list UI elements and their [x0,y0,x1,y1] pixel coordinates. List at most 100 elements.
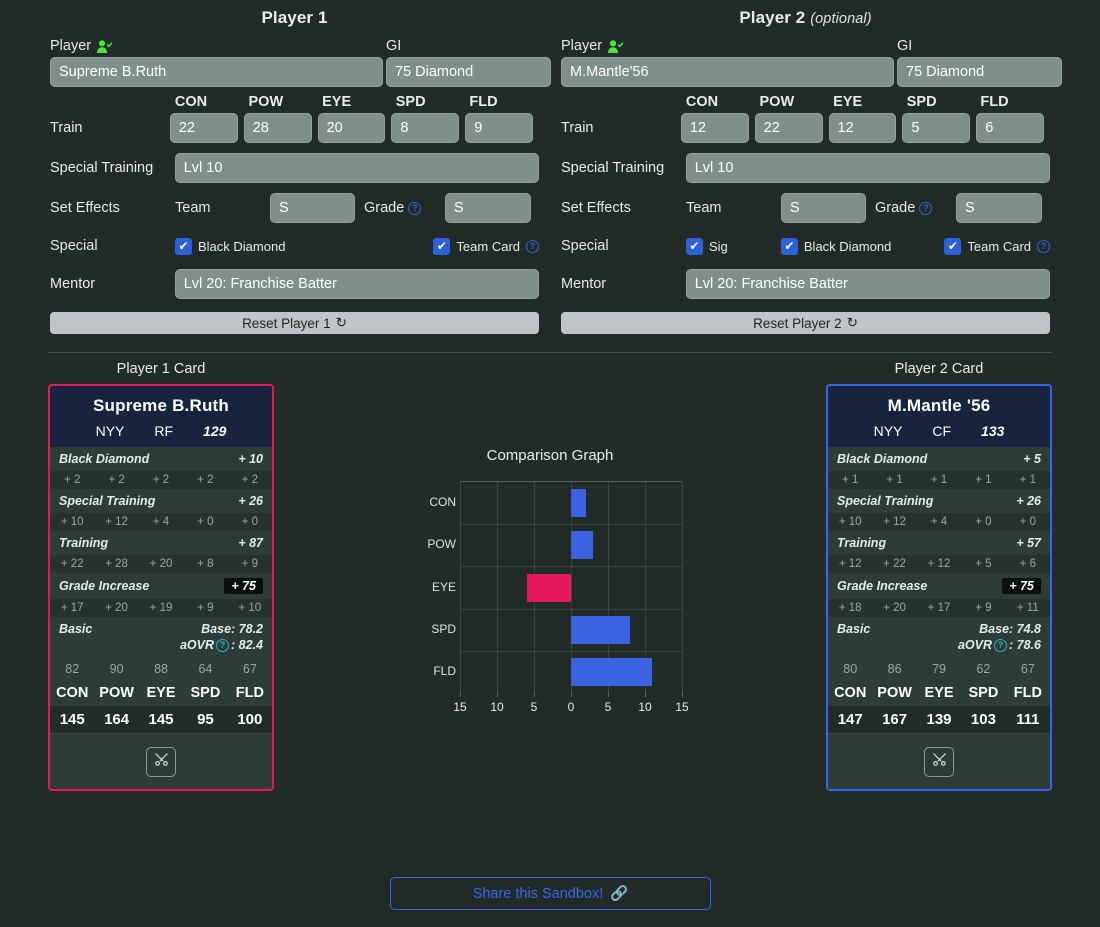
player1-train-con-input[interactable]: 22 [169,113,238,143]
player1-team-card-checkbox[interactable]: ✔ Team Card ? [433,237,539,255]
player2-train-pow-input[interactable]: 22 [754,113,823,143]
player1-gi-label: GI [386,38,402,54]
section-label: Black Diamond [59,452,150,466]
sub-eye: + 4 [930,516,948,528]
player2-team-card-label: Team Card [967,238,1031,254]
grade-help-icon[interactable]: ? [408,201,422,215]
reset-player1-button[interactable]: Reset Player 1 ↻ [50,312,539,334]
player1-grade-select[interactable]: S [445,193,531,223]
chart-gridline-horizontal [460,566,682,568]
sub-fld: + 1 [1019,474,1036,486]
player1-tools-button[interactable] [146,746,176,777]
section-divider [48,352,1052,353]
grade-help-icon[interactable]: ? [919,201,933,215]
reset-player2-button[interactable]: Reset Player 2 ↻ [561,312,1050,334]
player2-black-diamond-checkbox[interactable]: ✔ Black Diamond [780,237,891,255]
final-eye: 139 [926,711,952,728]
player1-gi-input[interactable]: 75 Diamond [386,57,551,87]
card-stat-header-spd: SPD [190,685,221,701]
chart-x-tick-label: 15 [675,700,689,714]
card-stat-header-pow: POW [877,685,912,701]
sub-fld: + 6 [1019,558,1036,570]
app-root: Player 1 Player Supreme B.Ruth GI 75 Dia… [0,0,1100,927]
player2-stat-header-eye: EYE [833,94,863,110]
share-sandbox-button[interactable]: Share this Sandbox! 🔗 [390,877,711,910]
player1-team-select[interactable]: S [270,193,355,223]
player2-name-label-wrap: Player [561,38,894,54]
player1-base-value: Base: 78.2 [201,622,263,636]
player2-basic-top: Basic Base: 74.8 [837,622,1041,636]
section-value: + 87 [238,536,263,550]
player2-card-team: NYY [873,423,903,439]
player2-train-spd-input[interactable]: 5 [902,113,971,143]
sub-eye: + 1 [930,474,948,486]
chart-y-label-pow: POW [427,537,456,552]
link-icon: 🔗 [610,886,629,902]
player2-team-select[interactable]: S [781,193,866,223]
player1-train-spd-input[interactable]: 8 [391,113,460,143]
refresh-icon: ↻ [846,315,858,330]
chart-gridline-horizontal [460,524,682,526]
chart-y-label-con: CON [429,495,456,510]
player1-stat-header-pow: POW [248,94,284,110]
base-eye: 88 [154,662,168,676]
player1-special-training-subrow: + 10 + 12 + 4 + 0 + 0 [50,513,272,531]
final-fld: 111 [1016,711,1040,728]
player2-mentor-select[interactable]: Lvl 20: Franchise Batter [685,269,1050,299]
player2-sig-checkbox[interactable]: ✔ Sig [686,237,728,255]
player1-training-section: Training + 87 [50,531,272,555]
chart-x-tick [645,692,646,697]
player2-card-meta: NYY CF 133 [828,423,1050,439]
player2-card: M.Mantle '56 NYY CF 133 Black Diamond + … [826,384,1052,791]
player2-panel: Player 2 (optional) Player M.Mantle'56 G… [550,0,1062,334]
player1-train-eye-input[interactable]: 20 [317,113,386,143]
player1-grade-label: Grade [364,200,405,216]
player2-train-fld-input[interactable]: 6 [976,113,1045,143]
player1-set-effects-row: Set Effects Team S Grade ? S [39,193,550,223]
aovr-help-icon[interactable]: ? [216,638,230,652]
player1-identity-row: Player Supreme B.Ruth GI 75 Diamond [39,38,551,87]
chart-title: Comparison Graph [486,447,614,464]
player1-train-label: Train [50,120,83,136]
player2-special-training-select[interactable]: Lvl 10 [685,153,1050,183]
player1-black-diamond-checkbox[interactable]: ✔ Black Diamond [175,237,286,255]
player2-grade-select[interactable]: S [956,193,1042,223]
player2-train-con-input[interactable]: 12 [680,113,749,143]
player2-team-label: Team [686,200,722,216]
player1-name-input[interactable]: Supreme B.Ruth [50,57,383,87]
player2-tools-button[interactable] [924,746,954,777]
team-card-help-icon[interactable]: ? [1037,239,1050,253]
player2-train-eye-input[interactable]: 12 [828,113,897,143]
player2-card-header: M.Mantle '56 NYY CF 133 [828,386,1050,447]
player2-stat-header-spd: SPD [906,94,937,110]
base-spd: 64 [198,662,213,676]
player1-train-fld-input[interactable]: 9 [465,113,534,143]
sub-spd: + 5 [975,558,992,570]
player2-card-overall: 133 [981,423,1005,439]
player2-special-training-section: Special Training + 26 [828,489,1050,513]
player2-gi-input[interactable]: 75 Diamond [897,57,1062,87]
player2-grade-increase-subrow: + 18 + 20 + 17 + 9 + 11 [828,599,1050,617]
team-card-help-icon[interactable]: ? [526,239,539,253]
sub-spd: + 0 [975,516,992,528]
player2-card-position: CF [932,423,952,439]
player2-grade-label-wrap: Grade ? [866,200,956,216]
sub-con: + 10 [60,516,84,528]
player1-mentor-select[interactable]: Lvl 20: Franchise Batter [174,269,539,299]
player1-special-training-select[interactable]: Lvl 10 [174,153,539,183]
player2-card-column: Player 2 Card M.Mantle '56 NYY CF 133 Bl… [826,361,1052,791]
player1-train-pow-input[interactable]: 28 [243,113,312,143]
chart-x-axis: 15 10 5 0 5 10 15 [453,692,689,718]
section-label: Special Training [59,494,156,508]
player2-team-card-checkbox[interactable]: ✔ Team Card ? [944,237,1050,255]
base-spd: 62 [976,662,991,676]
player1-base-stats-row: 82 90 88 64 67 [50,658,272,680]
card-stat-header-eye: EYE [924,685,954,701]
player1-black-diamond-label: Black Diamond [198,238,286,254]
reset-player2-label: Reset Player 2 [753,315,842,331]
chart-plot: CON POW EYE SPD FLD [427,481,683,692]
player2-stat-header-pow: POW [759,94,795,110]
player2-name-input[interactable]: M.Mantle'56 [561,57,894,87]
chart-bar-pow [571,531,594,560]
aovr-help-icon[interactable]: ? [994,638,1008,652]
